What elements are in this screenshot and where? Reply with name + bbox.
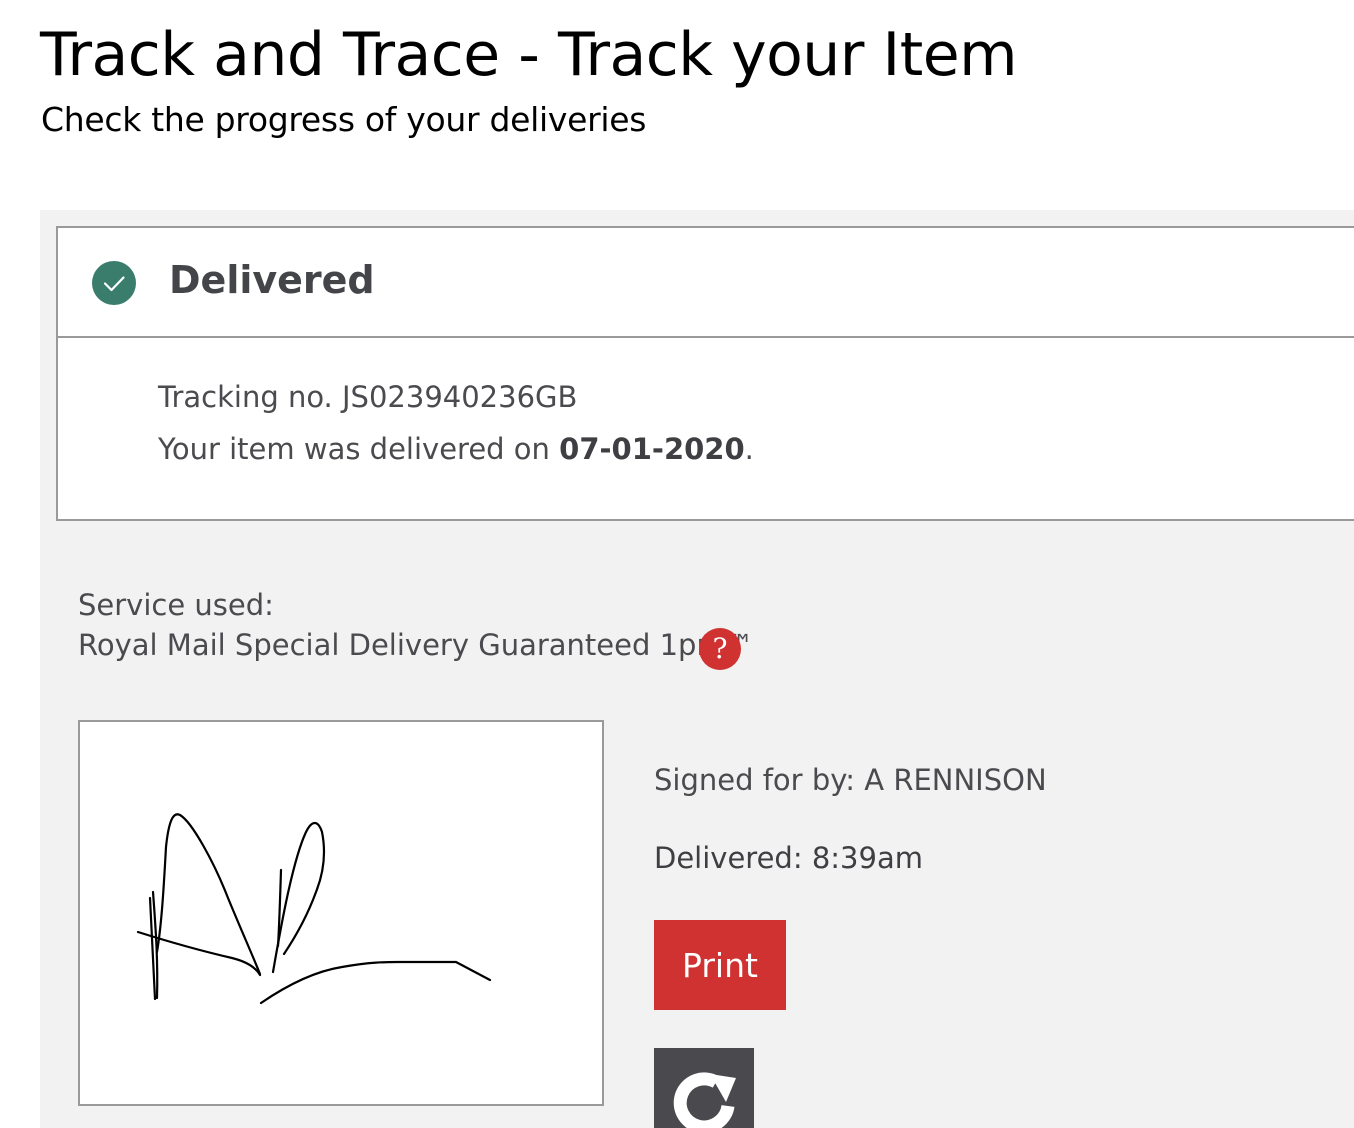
- delivered-time-text: Delivered: 8:39am: [654, 841, 923, 875]
- refresh-icon: [673, 1072, 736, 1128]
- print-button[interactable]: Print: [654, 920, 786, 1010]
- status-body: Tracking no. JS023940236GB Your item was…: [58, 338, 1354, 521]
- tracking-number: JS023940236GB: [342, 380, 578, 414]
- tracking-number-line: Tracking no. JS023940236GB: [158, 380, 577, 414]
- refresh-button[interactable]: [654, 1048, 754, 1128]
- service-label: Service used:: [78, 588, 274, 622]
- signed-for-text: Signed for by: A RENNISON: [654, 763, 1047, 797]
- delivered-prefix: Your item was delivered on: [158, 432, 550, 466]
- page-title: Track and Trace - Track your Item: [40, 20, 1018, 90]
- delivered-date-line: Your item was delivered on 07-01-2020.: [158, 432, 754, 466]
- service-name: Royal Mail Special Delivery Guaranteed 1…: [78, 628, 754, 662]
- question-mark-icon[interactable]: ?: [699, 628, 741, 670]
- status-header: Delivered: [58, 228, 1354, 338]
- page: Track and Trace - Track your Item Check …: [0, 0, 1354, 1128]
- page-subtitle: Check the progress of your deliveries: [41, 100, 647, 139]
- tracking-panel: Delivered Tracking no. JS023940236GB You…: [40, 210, 1354, 1128]
- signature-image: [78, 720, 604, 1106]
- status-card: Delivered Tracking no. JS023940236GB You…: [56, 226, 1354, 521]
- delivered-date: 07-01-2020: [559, 432, 745, 466]
- check-circle-icon: [92, 261, 136, 305]
- delivered-suffix: .: [744, 432, 754, 466]
- status-label: Delivered: [169, 258, 375, 302]
- tracking-prefix: Tracking no.: [158, 380, 333, 414]
